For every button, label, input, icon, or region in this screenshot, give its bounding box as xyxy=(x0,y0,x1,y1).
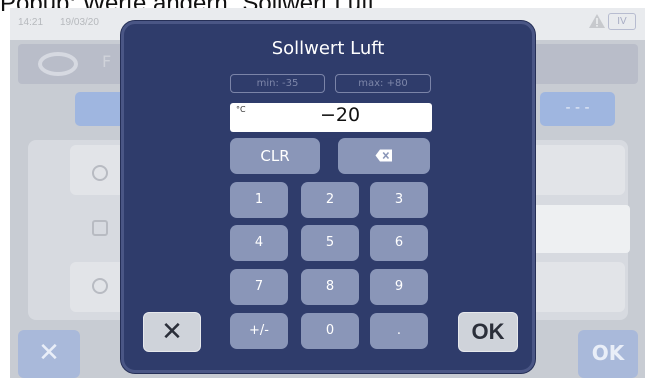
sign-toggle-key[interactable]: +/- xyxy=(230,313,288,349)
background-header-title: F xyxy=(102,52,112,71)
key-7[interactable]: 7 xyxy=(230,269,288,305)
max-range-label: max: +80 xyxy=(335,74,431,93)
key-0[interactable]: 0 xyxy=(301,313,359,349)
level-badge: IV xyxy=(608,13,636,30)
decimal-point-key[interactable]: . xyxy=(370,313,428,349)
value-input[interactable]: °C −20 xyxy=(230,103,432,132)
background-ok-button: OK xyxy=(578,330,638,378)
fan-icon xyxy=(92,220,108,236)
backspace-button[interactable] xyxy=(338,138,430,174)
value-display: −20 xyxy=(319,104,361,126)
status-time: 14:21 xyxy=(18,17,44,28)
ok-button[interactable]: OK xyxy=(458,312,518,352)
key-2[interactable]: 2 xyxy=(301,182,359,218)
key-4[interactable]: 4 xyxy=(230,225,288,261)
background-cancel-button: ✕ xyxy=(18,330,80,378)
key-1[interactable]: 1 xyxy=(230,182,288,218)
keypad-dialog: Sollwert Luft min: -35 max: +80 °C −20 C… xyxy=(121,21,535,373)
key-8[interactable]: 8 xyxy=(301,269,359,305)
clear-button[interactable]: CLR xyxy=(230,138,320,174)
warning-icon xyxy=(589,14,605,28)
background-row xyxy=(530,205,630,253)
eye-icon xyxy=(38,52,78,76)
key-5[interactable]: 5 xyxy=(301,225,359,261)
min-range-label: min: -35 xyxy=(230,74,325,93)
background-right-pill: - - - xyxy=(540,92,615,126)
sensor-icon xyxy=(92,278,108,294)
key-9[interactable]: 9 xyxy=(370,269,428,305)
dialog-title: Sollwert Luft xyxy=(271,38,385,59)
cancel-button[interactable]: ✕ xyxy=(143,312,201,352)
key-6[interactable]: 6 xyxy=(370,225,428,261)
backspace-icon xyxy=(375,149,392,162)
status-date: 19/03/20 xyxy=(60,17,99,28)
clock-icon xyxy=(92,165,108,181)
key-3[interactable]: 3 xyxy=(370,182,428,218)
